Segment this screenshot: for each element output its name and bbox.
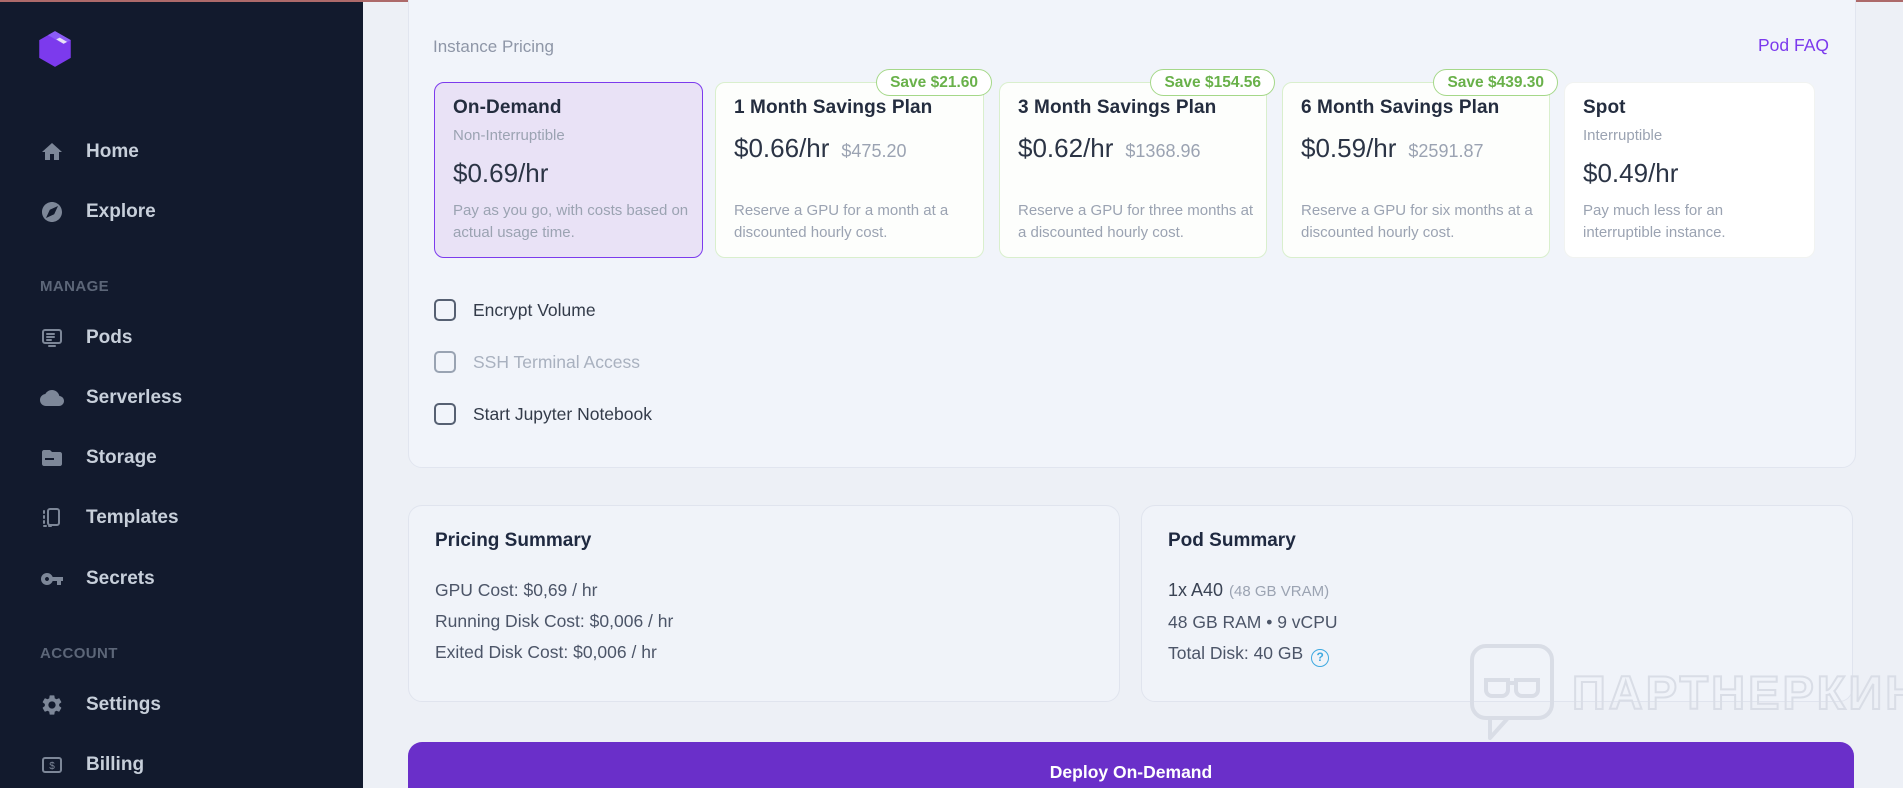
pod-summary-title: Pod Summary xyxy=(1168,530,1296,551)
checkbox-box[interactable] xyxy=(434,403,456,425)
sidebar-item-templates[interactable]: Templates xyxy=(40,504,179,532)
card-price: $0.49/hr xyxy=(1583,158,1679,188)
sidebar-item-label: Serverless xyxy=(86,387,183,408)
pricing-card-3-month[interactable]: Save $154.56 3 Month Savings Plan $0.62/… xyxy=(999,69,1275,258)
gpu-name: 1x A40 xyxy=(1168,580,1224,600)
running-disk-cost-line: Running Disk Cost: $0,006 / hr xyxy=(435,611,674,631)
card-title: Spot xyxy=(1583,97,1626,118)
gear-icon xyxy=(42,695,62,715)
sidebar-item-label: Home xyxy=(86,141,139,162)
card-subtitle: Interruptible xyxy=(1583,127,1663,144)
pods-icon xyxy=(42,329,62,347)
compass-icon xyxy=(42,202,62,222)
card-total-price: $475.20 xyxy=(841,141,907,161)
deploy-on-demand-button[interactable]: Deploy On-Demand xyxy=(408,742,1854,788)
cube-logo-icon xyxy=(39,31,71,67)
runpod-logo[interactable] xyxy=(34,28,76,70)
home-icon xyxy=(42,143,62,160)
card-description: Reserve a GPU for six months at a discou… xyxy=(1301,202,1533,241)
sidebar-item-serverless[interactable]: Serverless xyxy=(40,384,182,412)
total-disk-text: Total Disk: 40 GB xyxy=(1168,643,1304,663)
sidebar-section-manage: MANAGE xyxy=(40,278,110,295)
app-window: Home Explore MANAGE Pods Serverless Stor… xyxy=(0,0,1903,788)
card-price: $0.62/hr xyxy=(1018,133,1114,163)
card-subtitle: Non-Interruptible xyxy=(453,127,565,144)
card-price: $0.69/hr xyxy=(453,158,549,188)
sidebar-item-label: Pods xyxy=(86,327,133,348)
sidebar: Home Explore MANAGE Pods Serverless Stor… xyxy=(0,2,363,788)
checkbox-encrypt-volume[interactable]: Encrypt Volume xyxy=(434,297,596,323)
sidebar-item-home[interactable]: Home xyxy=(40,138,139,166)
pricing-card-6-month[interactable]: Save $439.30 6 Month Savings Plan $0.59/… xyxy=(1282,69,1558,258)
card-total-price: $2591.87 xyxy=(1408,141,1484,161)
exited-disk-cost-line: Exited Disk Cost: $0,006 / hr xyxy=(435,642,657,662)
instance-pricing-panel: Instance Pricing Pod FAQ On-Demand Non-I… xyxy=(408,0,1856,468)
card-title: 6 Month Savings Plan xyxy=(1301,97,1500,118)
pod-faq-link[interactable]: Pod FAQ xyxy=(1758,35,1829,56)
savings-badge: Save $154.56 xyxy=(1150,69,1275,96)
savings-badge: Save $439.30 xyxy=(1433,69,1558,96)
sidebar-item-pods[interactable]: Pods xyxy=(40,324,132,352)
checkbox-label: SSH Terminal Access xyxy=(473,351,640,372)
help-icon[interactable]: ? xyxy=(1311,648,1330,667)
sidebar-item-storage[interactable]: Storage xyxy=(40,444,157,472)
card-title: 3 Month Savings Plan xyxy=(1018,97,1217,118)
pricing-summary-card: Pricing Summary GPU Cost: $0,69 / hr Run… xyxy=(408,505,1120,702)
checkbox-start-jupyter-notebook[interactable]: Start Jupyter Notebook xyxy=(434,401,652,427)
instance-pricing-label: Instance Pricing xyxy=(433,37,554,56)
billing-icon: $ xyxy=(42,757,62,773)
sidebar-item-label: Explore xyxy=(86,201,156,222)
gpu-spec-line: 1x A40 (48 GB VRAM) xyxy=(1168,575,1826,607)
card-title: 1 Month Savings Plan xyxy=(734,97,933,118)
sidebar-item-label: Secrets xyxy=(86,568,155,589)
sidebar-item-settings[interactable]: Settings xyxy=(40,691,161,719)
pricing-summary-title: Pricing Summary xyxy=(435,530,592,551)
cloud-icon xyxy=(40,390,64,406)
sidebar-section-account: ACCOUNT xyxy=(40,645,118,662)
checkbox-label: Encrypt Volume xyxy=(473,299,596,320)
sidebar-item-label: Billing xyxy=(86,754,145,775)
key-icon xyxy=(41,573,63,585)
card-price: $0.59/hr xyxy=(1301,133,1397,163)
gpu-cost-line: GPU Cost: $0,69 / hr xyxy=(435,580,598,600)
card-description: Reserve a GPU for three months at a disc… xyxy=(1018,202,1254,241)
sidebar-item-billing[interactable]: $ Billing xyxy=(40,751,144,779)
folder-icon xyxy=(42,450,62,466)
sidebar-item-label: Templates xyxy=(86,507,179,528)
sidebar-item-label: Settings xyxy=(86,694,161,715)
checkbox-box[interactable] xyxy=(434,299,456,321)
total-disk-line: Total Disk: 40 GB? xyxy=(1168,638,1826,669)
savings-badge: Save $21.60 xyxy=(876,69,992,96)
sidebar-item-secrets[interactable]: Secrets xyxy=(40,565,155,593)
sidebar-item-label: Storage xyxy=(86,447,157,468)
checkbox-label: Start Jupyter Notebook xyxy=(473,403,652,424)
pricing-card-spot[interactable]: Spot Interruptible $0.49/hr Pay much les… xyxy=(1564,82,1815,258)
ram-cpu-line: 48 GB RAM • 9 vCPU xyxy=(1168,612,1338,632)
checkbox-box xyxy=(434,351,456,373)
gpu-vram: (48 GB VRAM) xyxy=(1229,583,1330,600)
card-total-price: $1368.96 xyxy=(1125,141,1201,161)
card-description: Pay much less for an interruptible insta… xyxy=(1583,202,1726,241)
checkbox-ssh-terminal-access: SSH Terminal Access xyxy=(434,349,640,375)
card-price: $0.66/hr xyxy=(734,133,830,163)
svg-text:$: $ xyxy=(49,761,55,772)
pricing-card-1-month[interactable]: Save $21.60 1 Month Savings Plan $0.66/h… xyxy=(715,69,992,258)
pricing-card-on-demand[interactable]: On-Demand Non-Interruptible $0.69/hr Pay… xyxy=(434,82,703,258)
card-description: Reserve a GPU for a month at a discounte… xyxy=(734,202,949,241)
card-description: Pay as you go, with costs based on actua… xyxy=(453,202,689,241)
pod-summary-card: Pod Summary 1x A40 (48 GB VRAM) 48 GB RAM… xyxy=(1141,505,1853,702)
sidebar-item-explore[interactable]: Explore xyxy=(40,198,156,226)
card-title: On-Demand xyxy=(453,97,562,118)
template-icon xyxy=(43,508,60,527)
